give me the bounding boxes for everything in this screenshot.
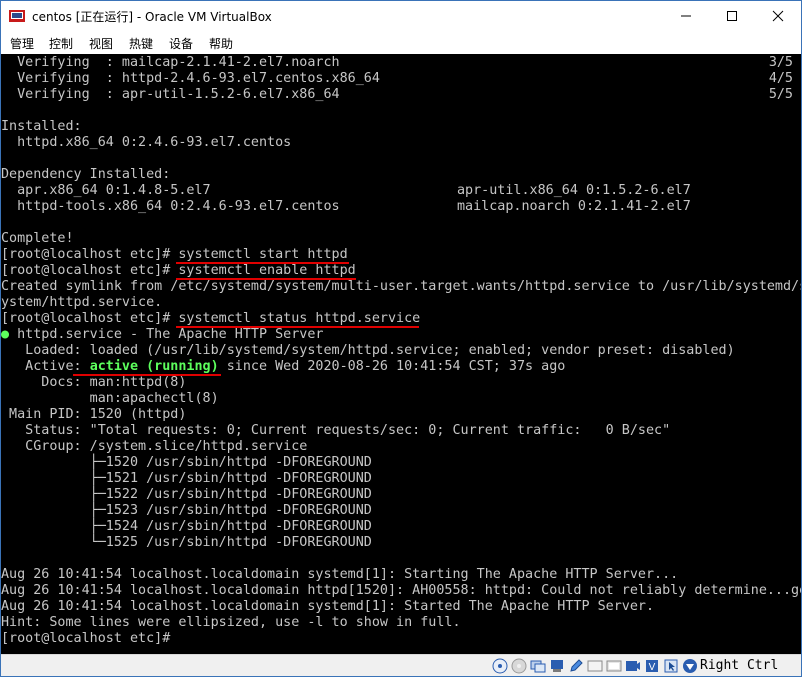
window-title: centos [正在运行] - Oracle VM VirtualBox <box>32 10 272 24</box>
verify-progress: 5/5 <box>768 87 793 102</box>
installed-header: Installed: <box>1 119 82 134</box>
shell-prompt: [root@localhost etc]# <box>1 311 179 326</box>
shell-prompt: [root@localhost etc]# <box>1 247 179 262</box>
journal-log-line: Aug 26 10:41:54 localhost.localdomain sy… <box>1 599 655 614</box>
vm-console-screen[interactable]: Verifying : mailcap-2.1.41-2.el7.noarch … <box>1 54 801 654</box>
service-status-bullet: ● <box>1 327 10 342</box>
command-status-httpd: systemctl status httpd.service <box>178 311 421 326</box>
active-label: Active: <box>1 359 90 374</box>
service-title: httpd.service - The Apache HTTP Server <box>9 327 324 342</box>
shared-folder-icon[interactable] <box>606 658 622 674</box>
minimize-button[interactable] <box>663 1 709 31</box>
command-line-start: [root@localhost etc]# systemctl start ht… <box>1 247 348 263</box>
cgroup-process: └─1525 /usr/sbin/httpd -DFOREGROUND <box>1 535 372 550</box>
service-loaded: Loaded: loaded (/usr/lib/systemd/system/… <box>1 343 735 358</box>
pencil-icon[interactable] <box>568 658 584 674</box>
command-enable-httpd: systemctl enable httpd <box>178 263 356 278</box>
title-bar[interactable]: centos [正在运行] - Oracle VM VirtualBox <box>1 1 801 31</box>
service-cgroup: CGroup: /system.slice/httpd.service <box>1 439 308 454</box>
shell-prompt: [root@localhost etc]# <box>1 263 179 278</box>
menu-manage[interactable]: 管理 <box>10 35 34 52</box>
dependency-item: apr.x86_64 0:1.4.8-5.el7 <box>1 183 211 198</box>
service-active-line: Active: active (running) since Wed 2020-… <box>1 359 565 375</box>
final-prompt: [root@localhost etc]# <box>1 631 171 646</box>
command-start-httpd: systemctl start httpd <box>178 247 348 262</box>
verify-line: Verifying : apr-util-1.5.2-6.el7.x86_64 <box>1 87 340 102</box>
cgroup-process: ├─1524 /usr/sbin/httpd -DFOREGROUND <box>1 519 372 534</box>
verify-line: Verifying : httpd-2.4.6-93.el7.centos.x8… <box>1 71 380 86</box>
virtualbox-app-icon <box>9 10 25 22</box>
service-docs: Docs: man:httpd(8) <box>1 375 187 390</box>
service-title-line: ● httpd.service - The Apache HTTP Server <box>1 327 323 343</box>
cgroup-process: ├─1520 /usr/sbin/httpd -DFOREGROUND <box>1 455 372 470</box>
menu-devices[interactable]: 设备 <box>169 35 193 52</box>
maximize-icon <box>727 11 737 21</box>
command-line-status: [root@localhost etc]# systemctl status h… <box>1 311 420 327</box>
dependency-item: mailcap.noarch 0:2.1.41-2.el7 <box>457 199 691 214</box>
symlink-output: ystem/httpd.service. <box>1 295 163 310</box>
close-icon <box>772 10 784 22</box>
arrow-down-icon[interactable] <box>682 658 698 674</box>
maximize-button[interactable] <box>709 1 755 31</box>
service-status: Status: "Total requests: 0; Current requ… <box>1 423 671 438</box>
menu-hotkeys[interactable]: 热键 <box>129 35 153 52</box>
command-line-enable: [root@localhost etc]# systemctl enable h… <box>1 263 356 279</box>
verify-progress: 4/5 <box>768 71 793 86</box>
journal-log-line: Aug 26 10:41:54 localhost.localdomain sy… <box>1 567 679 582</box>
journal-log-line: Aug 26 10:41:54 localhost.localdomain ht… <box>1 583 801 598</box>
dependency-header: Dependency Installed: <box>1 167 171 182</box>
network-icon[interactable] <box>530 658 546 674</box>
virtualbox-window: centos [正在运行] - Oracle VM VirtualBox 管理 … <box>0 0 802 677</box>
installed-package: httpd.x86_64 0:2.4.6-93.el7.centos <box>1 135 292 150</box>
display-icon[interactable] <box>587 658 603 674</box>
complete-message: Complete! <box>1 231 74 246</box>
cgroup-process: ├─1523 /usr/sbin/httpd -DFOREGROUND <box>1 503 372 518</box>
host-key-label: Right Ctrl <box>700 658 779 673</box>
cgroup-process: ├─1522 /usr/sbin/httpd -DFOREGROUND <box>1 487 372 502</box>
dependency-item: httpd-tools.x86_64 0:2.4.6-93.el7.centos <box>1 199 340 214</box>
active-state: active (running) <box>89 359 219 374</box>
status-bar: V Right Ctrl <box>1 654 801 676</box>
menu-view[interactable]: 视图 <box>89 35 113 52</box>
symlink-output: Created symlink from /etc/systemd/system… <box>1 279 801 294</box>
minimize-icon <box>681 15 691 17</box>
menu-bar: 管理 控制 视图 热键 设备 帮助 <box>1 31 801 54</box>
usb-icon[interactable] <box>549 658 565 674</box>
floppy-icon[interactable] <box>511 658 527 674</box>
hint-line: Hint: Some lines were ellipsized, use -l… <box>1 615 461 630</box>
verify-progress: 3/5 <box>768 55 793 70</box>
menu-help[interactable]: 帮助 <box>209 35 233 52</box>
menu-control[interactable]: 控制 <box>49 35 73 52</box>
optical-drive-icon[interactable] <box>492 658 508 674</box>
recording-icon[interactable] <box>625 658 641 674</box>
mouse-integration-icon[interactable] <box>663 658 679 674</box>
dependency-item: apr-util.x86_64 0:1.5.2-6.el7 <box>457 183 691 198</box>
close-button[interactable] <box>755 1 801 31</box>
cpu-icon[interactable]: V <box>644 658 660 674</box>
svg-text:V: V <box>649 662 656 673</box>
active-since: since Wed 2020-08-26 10:41:54 CST; 37s a… <box>218 359 566 374</box>
service-docs: man:apachectl(8) <box>1 391 219 406</box>
service-main-pid: Main PID: 1520 (httpd) <box>1 407 187 422</box>
cgroup-process: ├─1521 /usr/sbin/httpd -DFOREGROUND <box>1 471 372 486</box>
verify-line: Verifying : mailcap-2.1.41-2.el7.noarch <box>1 55 340 70</box>
